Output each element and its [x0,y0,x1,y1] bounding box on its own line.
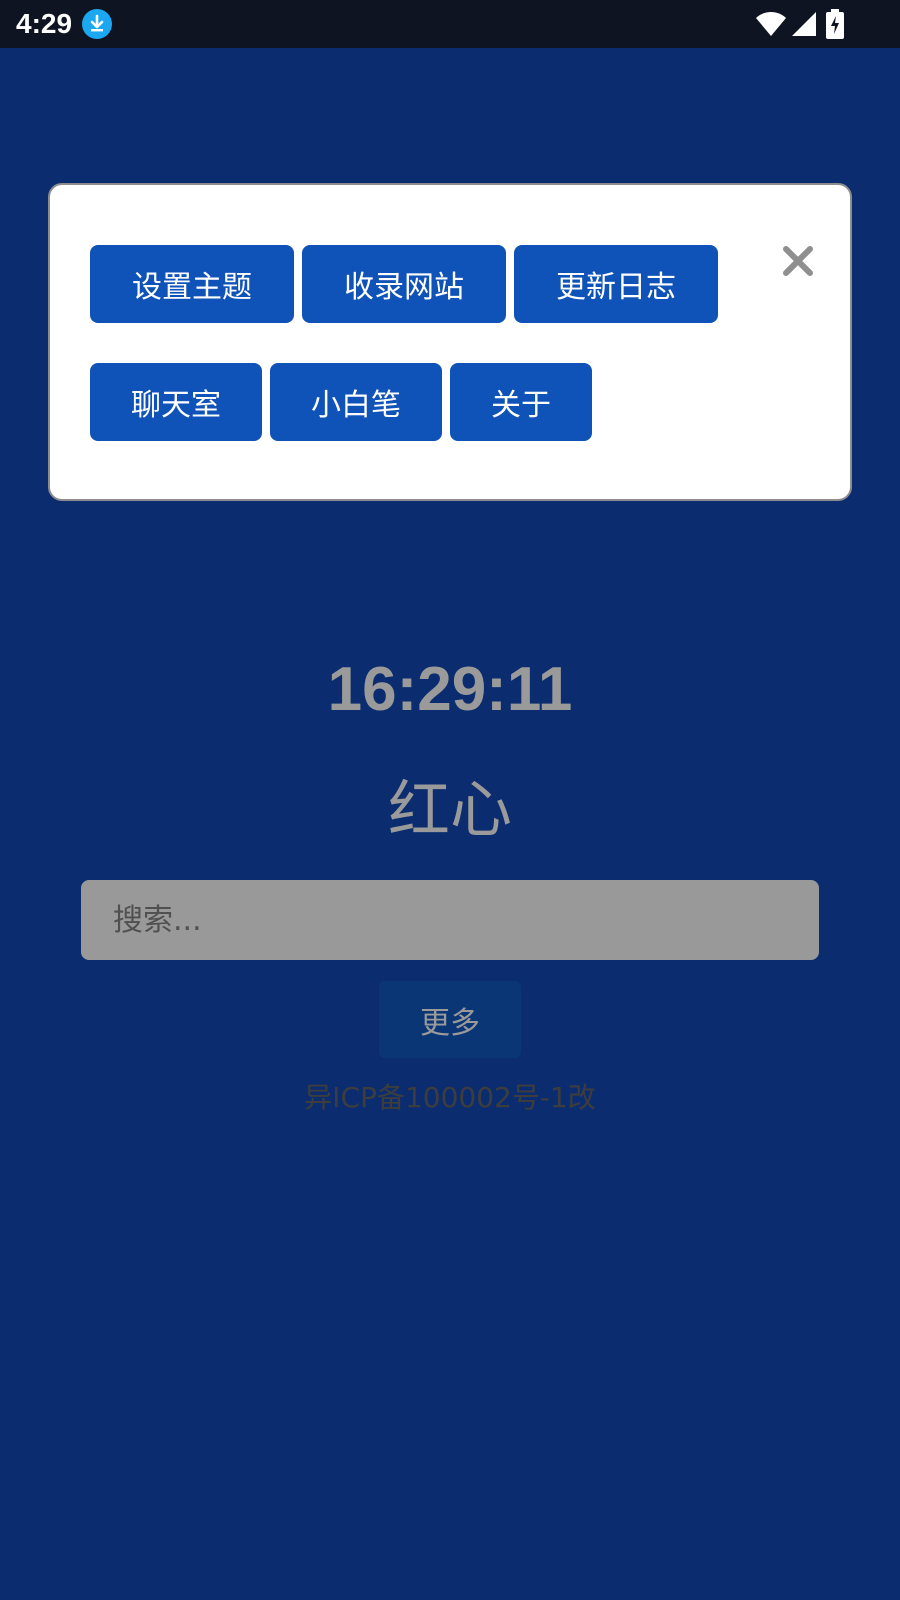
chatroom-button[interactable]: 聊天室 [90,363,262,441]
status-time: 4:29 [16,8,73,39]
search-input[interactable] [81,880,819,960]
close-icon[interactable] [780,243,816,279]
set-theme-button[interactable]: 设置主题 [90,245,294,323]
clock: 16:29:11 [327,655,573,724]
submit-site-button[interactable]: 收录网站 [302,245,506,323]
battery-charging-icon [826,9,844,39]
wifi-icon [756,12,786,36]
icp-record-text: 异ICP备100002号-1改 [304,1081,596,1114]
signal-icon [792,12,816,36]
changelog-button[interactable]: 更新日志 [514,245,718,323]
notepad-button[interactable]: 小白笔 [270,363,442,441]
download-icon [82,9,112,39]
menu-panel: 设置主题 收录网站 更新日志 聊天室 小白笔 关于 [48,183,852,501]
about-button[interactable]: 关于 [450,363,592,441]
more-button[interactable]: 更多 [379,981,521,1058]
site-name: 红心 [387,773,512,846]
status-bar: 4:29 [0,0,900,48]
